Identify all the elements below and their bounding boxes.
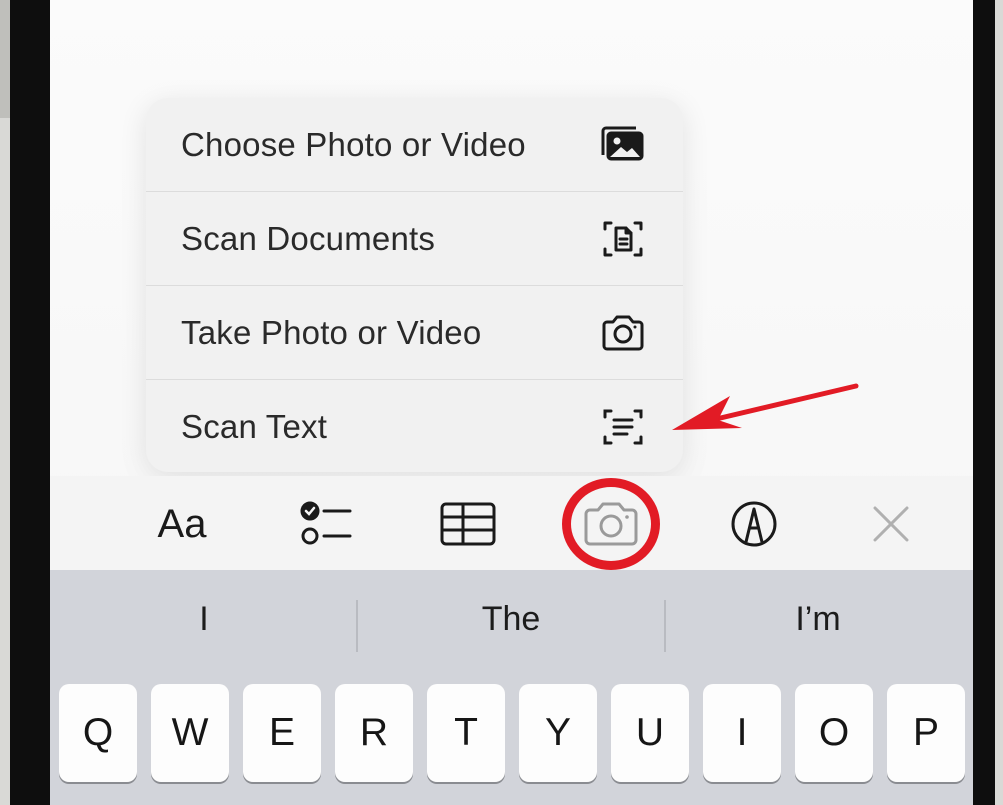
- format-text-button[interactable]: Aa: [150, 498, 214, 550]
- pen-markup-icon: [731, 501, 777, 547]
- key-o[interactable]: O: [795, 684, 873, 782]
- arrow-annotation-icon: [672, 383, 859, 430]
- phone-side-button: [0, 0, 10, 118]
- menu-item-scan-documents[interactable]: Scan Documents: [146, 192, 683, 286]
- menu-item-label: Scan Text: [181, 407, 328, 445]
- close-button[interactable]: [859, 498, 923, 550]
- key-q[interactable]: Q: [59, 684, 137, 782]
- notes-toolbar: Aa: [50, 476, 973, 570]
- checklist-button[interactable]: [296, 498, 360, 550]
- phone-bezel-left: [10, 0, 50, 805]
- key-r[interactable]: R: [335, 684, 413, 782]
- table-button[interactable]: [436, 498, 500, 550]
- camera-icon: [599, 311, 647, 355]
- menu-item-take-photo[interactable]: Take Photo or Video: [146, 286, 683, 380]
- format-text-label: Aa: [157, 501, 207, 546]
- scan-document-icon: [599, 217, 647, 261]
- table-icon: [440, 502, 496, 546]
- scan-text-icon: [599, 405, 647, 449]
- prediction-1[interactable]: I: [104, 600, 304, 639]
- key-w[interactable]: W: [151, 684, 229, 782]
- menu-item-label: Choose Photo or Video: [181, 125, 526, 163]
- keyboard: I The I’m Q W E R T Y U I O P: [50, 570, 973, 805]
- camera-highlight-annotation: [562, 478, 660, 570]
- phone-frame-right: [995, 0, 1003, 805]
- key-e[interactable]: E: [243, 684, 321, 782]
- key-y[interactable]: Y: [519, 684, 597, 782]
- phone-screen: Choose Photo or Video Scan Documents Tak…: [50, 0, 973, 805]
- key-u[interactable]: U: [611, 684, 689, 782]
- keyboard-row-top: Q W E R T Y U I O P: [50, 684, 973, 782]
- prediction-3[interactable]: I’m: [718, 600, 918, 639]
- menu-item-scan-text[interactable]: Scan Text: [146, 380, 683, 472]
- menu-item-label: Scan Documents: [181, 219, 436, 257]
- prediction-divider: [664, 600, 666, 652]
- key-p[interactable]: P: [887, 684, 965, 782]
- photo-library-icon: [599, 123, 647, 167]
- prediction-divider: [356, 600, 358, 652]
- menu-item-label: Take Photo or Video: [181, 313, 482, 351]
- menu-item-choose-photo[interactable]: Choose Photo or Video: [146, 98, 683, 192]
- markup-button[interactable]: [722, 498, 786, 550]
- predictive-text-bar: I The I’m: [50, 570, 973, 682]
- prediction-2[interactable]: The: [411, 600, 611, 639]
- key-i[interactable]: I: [703, 684, 781, 782]
- phone-bezel-right: [973, 0, 995, 805]
- key-t[interactable]: T: [427, 684, 505, 782]
- attachment-menu: Choose Photo or Video Scan Documents Tak…: [146, 98, 683, 472]
- checklist-icon: [300, 501, 352, 545]
- close-icon: [873, 506, 909, 542]
- phone-frame-left: [0, 0, 10, 805]
